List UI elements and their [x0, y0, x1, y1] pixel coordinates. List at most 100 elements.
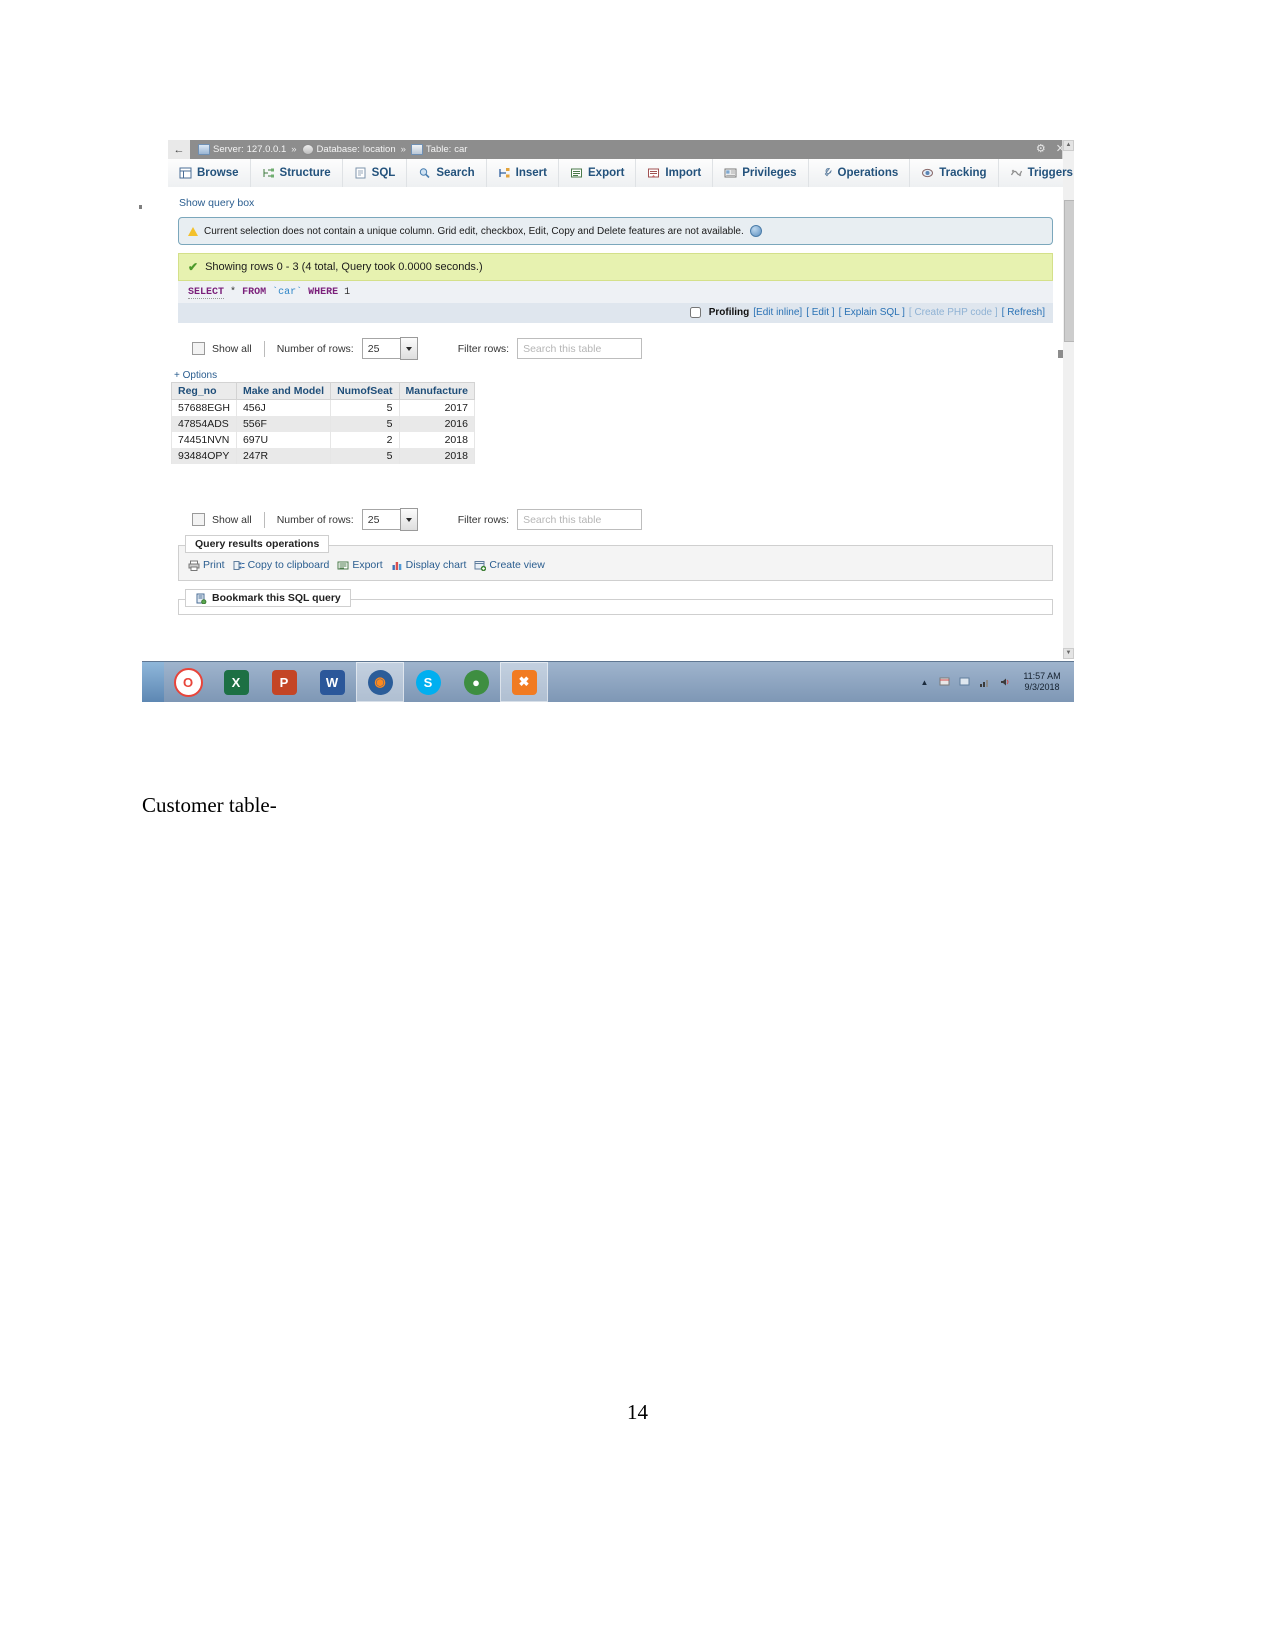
- chevron-down-icon[interactable]: [399, 337, 418, 360]
- column-header-reg-no[interactable]: Reg_no: [171, 382, 237, 400]
- scroll-down-arrow[interactable]: ▼: [1063, 648, 1074, 659]
- display-chart-operation[interactable]: Display chart: [391, 559, 466, 571]
- filter-rows-label-top: Filter rows:: [457, 342, 510, 355]
- breadcrumb-table-value[interactable]: car: [454, 144, 467, 155]
- create-php-code-link[interactable]: [ Create PHP code ]: [909, 307, 998, 318]
- insert-icon: [499, 168, 510, 178]
- bookmark-legend-label: Bookmark this SQL query: [212, 592, 341, 604]
- start-button[interactable]: [142, 662, 164, 702]
- show-query-box-link[interactable]: Show query box: [179, 197, 1063, 209]
- number-of-rows-select-bottom[interactable]: 25: [361, 508, 418, 531]
- profiling-checkbox[interactable]: [689, 307, 701, 318]
- column-header-manufacture[interactable]: Manufacture: [398, 382, 475, 400]
- breadcrumb-server-label: Server:: [213, 144, 244, 155]
- taskbar-app-firefox[interactable]: ◉: [356, 662, 404, 702]
- taskbar-clock[interactable]: 11:57 AM 9/3/2018: [1018, 671, 1066, 693]
- cell-reg-no: 93484OPY: [171, 448, 237, 464]
- number-of-rows-select-top[interactable]: 25: [361, 337, 418, 360]
- tab-privileges[interactable]: Privileges: [713, 159, 809, 187]
- breadcrumb-database-label: Database:: [316, 144, 360, 155]
- cell-make-and-model: 247R: [235, 448, 332, 464]
- operations-icon: [824, 167, 831, 177]
- show-all-checkbox-top[interactable]: [192, 342, 205, 355]
- taskbar-app-word[interactable]: W: [308, 662, 356, 702]
- tab-tracking-label: Tracking: [939, 167, 987, 179]
- chevron-down-icon[interactable]: [399, 508, 418, 531]
- tray-chevron-icon[interactable]: ▲: [918, 676, 931, 689]
- tab-privileges-label: Privileges: [742, 167, 797, 179]
- tab-tracking[interactable]: Tracking: [910, 159, 999, 187]
- filter-rows-input-top[interactable]: Search this table: [517, 338, 643, 359]
- refresh-link[interactable]: [ Refresh]: [1002, 307, 1045, 318]
- browse-icon: [179, 167, 192, 179]
- control-divider-top: [263, 340, 265, 357]
- scroll-up-arrow[interactable]: ▲: [1063, 140, 1074, 151]
- taskbar-app-skype[interactable]: S: [404, 662, 452, 702]
- tray-signal-icon[interactable]: [978, 676, 991, 689]
- show-all-label-top: Show all: [212, 342, 252, 355]
- breadcrumb-table-label: Table:: [425, 144, 452, 155]
- explain-sql-link[interactable]: [ Explain SQL ]: [839, 307, 905, 318]
- chrome-icon: ●: [463, 669, 489, 695]
- opera-icon: O: [173, 667, 203, 697]
- cell-manufacture: 2018: [398, 448, 475, 464]
- privileges-icon: [724, 168, 737, 178]
- vertical-scrollbar[interactable]: ▲ ▼: [1062, 140, 1074, 659]
- create-view-label: Create view: [489, 559, 545, 571]
- breadcrumb-database-value[interactable]: location: [363, 144, 396, 155]
- number-of-rows-value-top: 25: [361, 338, 400, 359]
- breadcrumb-separator-2: »: [400, 144, 406, 155]
- cell-manufacture: 2018: [398, 432, 475, 448]
- clock-date: 9/3/2018: [1024, 682, 1060, 692]
- tab-operations[interactable]: Operations: [809, 159, 911, 187]
- tray-volume-icon[interactable]: [998, 676, 1011, 689]
- phpmyadmin-screenshot: ← Server: 127.0.0.1 » Database: location…: [142, 140, 1074, 702]
- options-link[interactable]: + Options: [174, 370, 1063, 381]
- query-results-operations-legend: Query results operations: [185, 535, 330, 553]
- edit-link[interactable]: [ Edit ]: [806, 307, 834, 318]
- taskbar-app-xampp[interactable]: ✖: [500, 662, 548, 702]
- edit-inline-link[interactable]: [Edit inline]: [753, 307, 802, 318]
- back-button[interactable]: ←: [168, 140, 190, 159]
- query-results-operations-panel: Query results operations Print Copy to c…: [178, 535, 1053, 581]
- column-header-make-and-model[interactable]: Make and Model: [235, 382, 332, 400]
- show-all-label-bottom: Show all: [212, 513, 252, 526]
- cell-reg-no: 74451NVN: [171, 432, 237, 448]
- printer-icon: [188, 560, 200, 571]
- filter-rows-label-bottom: Filter rows:: [457, 513, 510, 526]
- print-operation[interactable]: Print: [188, 559, 225, 571]
- tab-triggers-label: Triggers: [1027, 167, 1073, 179]
- tab-search[interactable]: Search: [407, 159, 487, 187]
- tray-flag-icon[interactable]: [938, 676, 951, 689]
- figure-caption: Customer table-: [142, 793, 277, 817]
- control-divider-bottom: [263, 511, 265, 528]
- breadcrumb-server-value[interactable]: 127.0.0.1: [247, 144, 287, 155]
- taskbar-app-opera[interactable]: O: [164, 662, 212, 702]
- triggers-icon: [1010, 169, 1022, 177]
- gear-icon[interactable]: ⚙: [1036, 144, 1046, 155]
- tab-structure[interactable]: Structure: [251, 159, 343, 187]
- filter-rows-input-bottom[interactable]: Search this table: [517, 509, 643, 530]
- tab-insert[interactable]: Insert: [487, 159, 559, 187]
- export-operation[interactable]: Export: [337, 559, 383, 571]
- help-icon[interactable]: [749, 225, 762, 237]
- copy-to-clipboard-operation[interactable]: Copy to clipboard: [233, 559, 329, 571]
- table-row: 93484OPY 247R 5 2018: [171, 448, 475, 464]
- tab-import[interactable]: Import: [636, 159, 714, 187]
- taskbar-app-excel[interactable]: X: [212, 662, 260, 702]
- table-icon: [410, 144, 423, 155]
- tab-sql[interactable]: SQL: [343, 159, 408, 187]
- column-header-numofseat[interactable]: NumofSeat: [330, 382, 400, 400]
- tab-browse[interactable]: Browse: [168, 159, 251, 187]
- create-view-operation[interactable]: Create view: [474, 559, 545, 571]
- tray-network-icon[interactable]: [958, 676, 971, 689]
- show-all-checkbox-bottom[interactable]: [192, 513, 205, 526]
- cell-manufacture: 2016: [398, 416, 475, 432]
- taskbar-app-chrome[interactable]: ●: [452, 662, 500, 702]
- cell-reg-no: 57688EGH: [171, 399, 237, 416]
- tab-triggers[interactable]: Triggers: [999, 159, 1074, 187]
- scrollbar-thumb[interactable]: [1064, 200, 1074, 342]
- taskbar-app-powerpoint[interactable]: P: [260, 662, 308, 702]
- tab-export[interactable]: Export: [559, 159, 637, 187]
- tab-operations-label: Operations: [837, 167, 899, 179]
